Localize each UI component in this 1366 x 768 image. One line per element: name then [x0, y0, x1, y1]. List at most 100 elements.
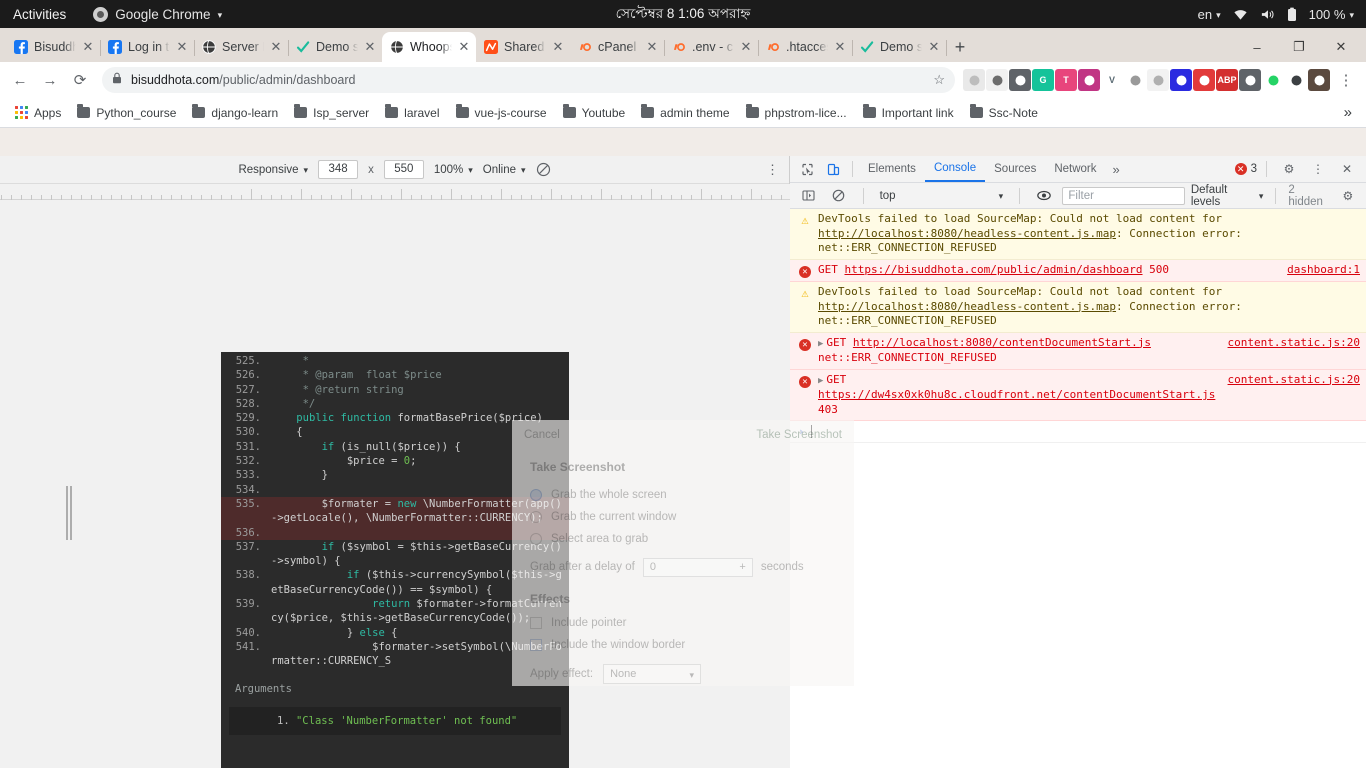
- shopping-bag-icon[interactable]: [1147, 69, 1169, 91]
- screenshot-option[interactable]: Select area to grab: [530, 528, 836, 550]
- browser-tab[interactable]: Whoops ✕: [382, 32, 476, 62]
- devtools-close-icon[interactable]: ✕: [1334, 157, 1360, 181]
- puzzle-extensions-icon[interactable]: [1285, 69, 1307, 91]
- more-tabs-button[interactable]: »: [1106, 162, 1127, 177]
- devtools-kebab-icon[interactable]: ⋮: [1305, 157, 1331, 181]
- console-source-link[interactable]: dashboard:1: [1281, 263, 1360, 279]
- console-link[interactable]: https://dw4sx0xk0hu8c.cloudfront.net/con…: [818, 388, 1215, 401]
- tab-close-icon[interactable]: ✕: [740, 39, 752, 55]
- bookmark-item[interactable]: Isp_server: [287, 103, 376, 123]
- screenshot-include-pointer-row[interactable]: Include pointer: [530, 612, 836, 634]
- bookmark-item[interactable]: laravel: [378, 103, 446, 123]
- zoom-select[interactable]: 100% ▾: [434, 164, 473, 176]
- tab-close-icon[interactable]: ✕: [82, 39, 94, 55]
- screenshot-cancel-button[interactable]: Cancel: [524, 429, 560, 441]
- browser-tab[interactable]: .htacces ✕: [758, 32, 853, 62]
- close-window-button[interactable]: ✕: [1320, 32, 1362, 62]
- tab-close-icon[interactable]: ✕: [458, 39, 470, 55]
- tab-close-icon[interactable]: ✕: [176, 39, 188, 55]
- screenshot-option[interactable]: Grab the whole screen: [530, 484, 836, 506]
- throttle-disabled-icon[interactable]: [536, 162, 551, 177]
- radio-icon[interactable]: [530, 489, 542, 501]
- live-expression-eye-icon[interactable]: [1032, 184, 1056, 208]
- keyboard-layout-indicator[interactable]: en ▾: [1198, 7, 1221, 22]
- chrome-menu-button[interactable]: ⋮: [1332, 66, 1360, 94]
- toggle-device-toolbar-icon[interactable]: [820, 157, 846, 181]
- atom-extension-icon[interactable]: [963, 69, 985, 91]
- browser-tab[interactable]: Demo s ✕: [288, 32, 383, 62]
- bookmark-item[interactable]: Python_course: [70, 103, 183, 123]
- link-extension-icon[interactable]: [1124, 69, 1146, 91]
- radio-icon[interactable]: [530, 511, 542, 523]
- expand-arrow-icon[interactable]: ▶: [818, 339, 823, 349]
- screenshot-dialog[interactable]: Cancel Take Screenshot Take Screenshot G…: [512, 420, 854, 686]
- console-prompt[interactable]: ›: [790, 421, 1366, 443]
- console-source-link[interactable]: content.static.js:20: [1222, 373, 1360, 418]
- browser-tab[interactable]: Bisuddh ✕: [6, 32, 101, 62]
- screenshot-delay-stepper[interactable]: 0 +: [642, 557, 753, 577]
- bookmark-item[interactable]: Youtube: [556, 103, 633, 123]
- bookmark-item[interactable]: Apps: [8, 103, 68, 123]
- bookmark-item[interactable]: Ssc-Note: [963, 103, 1045, 123]
- radio-icon[interactable]: [530, 533, 542, 545]
- bookmark-item[interactable]: phpstrom-lice...: [739, 103, 854, 123]
- vue-devtools-icon[interactable]: V: [1101, 69, 1123, 91]
- browser-tab[interactable]: Log in to ✕: [100, 32, 195, 62]
- checkbox-checked-icon[interactable]: [530, 639, 542, 651]
- address-bar[interactable]: bisuddhota.com/public/admin/dashboard ☆: [102, 67, 955, 93]
- console-message[interactable]: ⚠ DevTools failed to load SourceMap: Coul…: [790, 209, 1366, 260]
- inspect-element-icon[interactable]: [794, 157, 820, 181]
- tab-close-icon[interactable]: ✕: [552, 39, 564, 55]
- bookmark-item[interactable]: admin theme: [634, 103, 736, 123]
- power-menu[interactable]: 100 % ▾: [1309, 7, 1354, 22]
- console-link[interactable]: http://localhost:8080/headless-content.j…: [818, 227, 1116, 240]
- console-levels-select[interactable]: Default levels ▾: [1191, 184, 1264, 208]
- browser-tab[interactable]: cPanel F ✕: [570, 32, 665, 62]
- clear-console-icon[interactable]: [826, 184, 850, 208]
- console-settings-gear-icon[interactable]: ⚙: [1336, 184, 1360, 208]
- tab-close-icon[interactable]: ✕: [646, 39, 658, 55]
- back-button[interactable]: ←: [6, 66, 34, 94]
- activities-button[interactable]: Activities: [0, 7, 79, 22]
- console-link[interactable]: http://localhost:8080/contentDocumentSta…: [853, 336, 1151, 349]
- console-context-select[interactable]: top ▾: [876, 186, 1008, 205]
- reload-button[interactable]: ⟳: [66, 66, 94, 94]
- bookmark-item[interactable]: vue-js-course: [449, 103, 554, 123]
- profile-avatar[interactable]: [1308, 69, 1330, 91]
- device-toolbar-kebab[interactable]: ⋮: [766, 162, 779, 178]
- browser-tab[interactable]: Shared ✕: [476, 32, 570, 62]
- bookmark-star-icon[interactable]: ☆: [933, 72, 945, 88]
- console-message[interactable]: ⚠ DevTools failed to load SourceMap: Coul…: [790, 282, 1366, 333]
- console-link[interactable]: https://bisuddhota.com/public/admin/dash…: [845, 263, 1143, 276]
- devtools-tab[interactable]: Elements: [859, 156, 925, 182]
- forward-button[interactable]: →: [36, 66, 64, 94]
- tab-close-icon[interactable]: ✕: [270, 39, 282, 55]
- console-link[interactable]: http://localhost:8080/headless-content.j…: [818, 300, 1116, 313]
- viewport-width-input[interactable]: 348: [318, 160, 359, 179]
- expand-arrow-icon[interactable]: ▶: [818, 376, 823, 386]
- tab-close-icon[interactable]: ✕: [834, 39, 846, 55]
- colorzilla-icon[interactable]: T: [1055, 69, 1077, 91]
- grammarly-icon[interactable]: G: [1032, 69, 1054, 91]
- window-grab-handle[interactable]: [66, 486, 74, 540]
- tab-close-icon[interactable]: ✕: [364, 39, 376, 55]
- console-source-link[interactable]: content.static.js:20: [1222, 336, 1360, 366]
- devtools-tab[interactable]: Console: [924, 156, 986, 182]
- console-filter-input[interactable]: Filter: [1062, 186, 1185, 205]
- instagram-icon[interactable]: [1078, 69, 1100, 91]
- gear-extension-icon[interactable]: [986, 69, 1008, 91]
- tab-close-icon[interactable]: ✕: [928, 39, 940, 55]
- screenshot-effect-select[interactable]: None ▾: [603, 664, 702, 684]
- whatsapp-extension-icon[interactable]: [1262, 69, 1284, 91]
- download-extension-icon[interactable]: [1239, 69, 1261, 91]
- device-select[interactable]: Responsive ▾: [238, 164, 308, 176]
- console-message[interactable]: ✕ GET https://bisuddhota.com/public/admin…: [790, 259, 1366, 282]
- browser-tab[interactable]: Server E ✕: [194, 32, 289, 62]
- bookmarks-overflow-button[interactable]: »: [1344, 104, 1358, 121]
- adblock-plus-icon[interactable]: ABP: [1216, 69, 1238, 91]
- new-tab-button[interactable]: +: [946, 32, 974, 62]
- checkbox-icon[interactable]: [530, 617, 542, 629]
- devtools-tab[interactable]: Network: [1045, 156, 1105, 182]
- browser-tab[interactable]: Demo s ✕: [852, 32, 947, 62]
- bookmark-item[interactable]: Important link: [856, 103, 961, 123]
